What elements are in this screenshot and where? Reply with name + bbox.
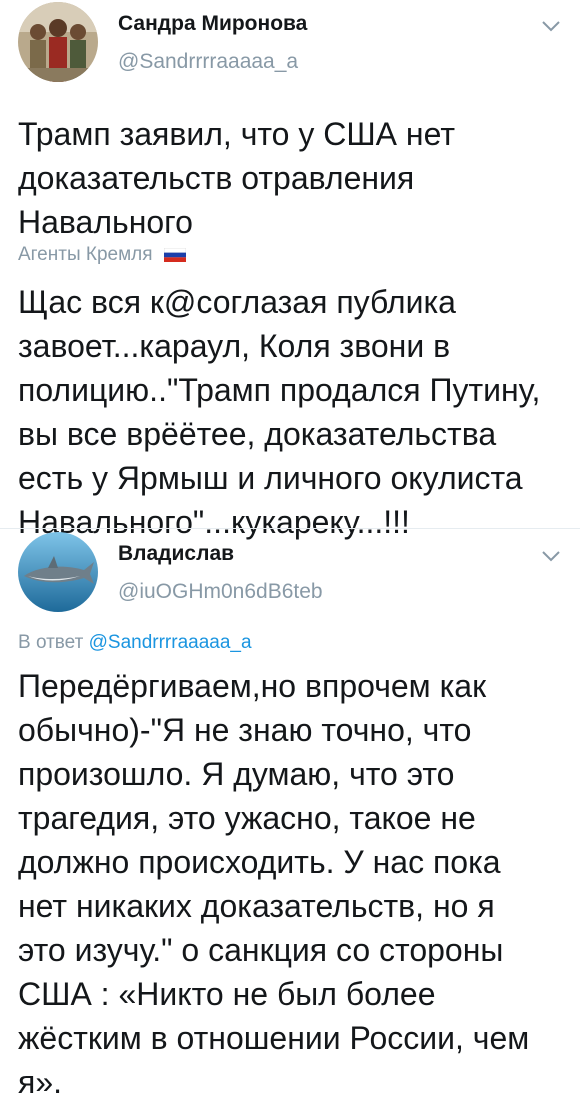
shark-avatar-image [18, 532, 98, 612]
context-label: Агенты Кремля [18, 244, 153, 265]
avatar[interactable] [18, 532, 98, 612]
tweet-text: Щас вся к@соглазая публика завоет...кара… [18, 284, 541, 540]
list-context[interactable]: Агенты Кремля [18, 244, 186, 266]
author-handle[interactable]: @Sandrrrraaaaa_a [118, 50, 298, 74]
reply-prefix: В ответ [18, 632, 84, 653]
reply-to-link[interactable]: @Sandrrrraaaaa_a [89, 632, 252, 653]
reply-context: В ответ @Sandrrrraaaaa_a [18, 632, 252, 654]
chevron-down-icon[interactable] [540, 18, 562, 34]
avatar[interactable] [18, 2, 98, 82]
author-name[interactable]: Владислав [118, 542, 234, 566]
chevron-down-icon[interactable] [540, 548, 562, 564]
tweet-text: Передёргиваем,но впрочем как обычно)-"Я … [18, 668, 530, 1100]
author-name[interactable]: Сандра Миронова [118, 12, 307, 36]
avatar-image [18, 2, 98, 82]
russian-flag-icon [163, 248, 186, 262]
separator [0, 528, 580, 529]
tweet-text: Трамп заявил, что у США нет доказательст… [18, 116, 455, 240]
author-handle[interactable]: @iuOGHm0n6dB6teb [118, 580, 323, 604]
